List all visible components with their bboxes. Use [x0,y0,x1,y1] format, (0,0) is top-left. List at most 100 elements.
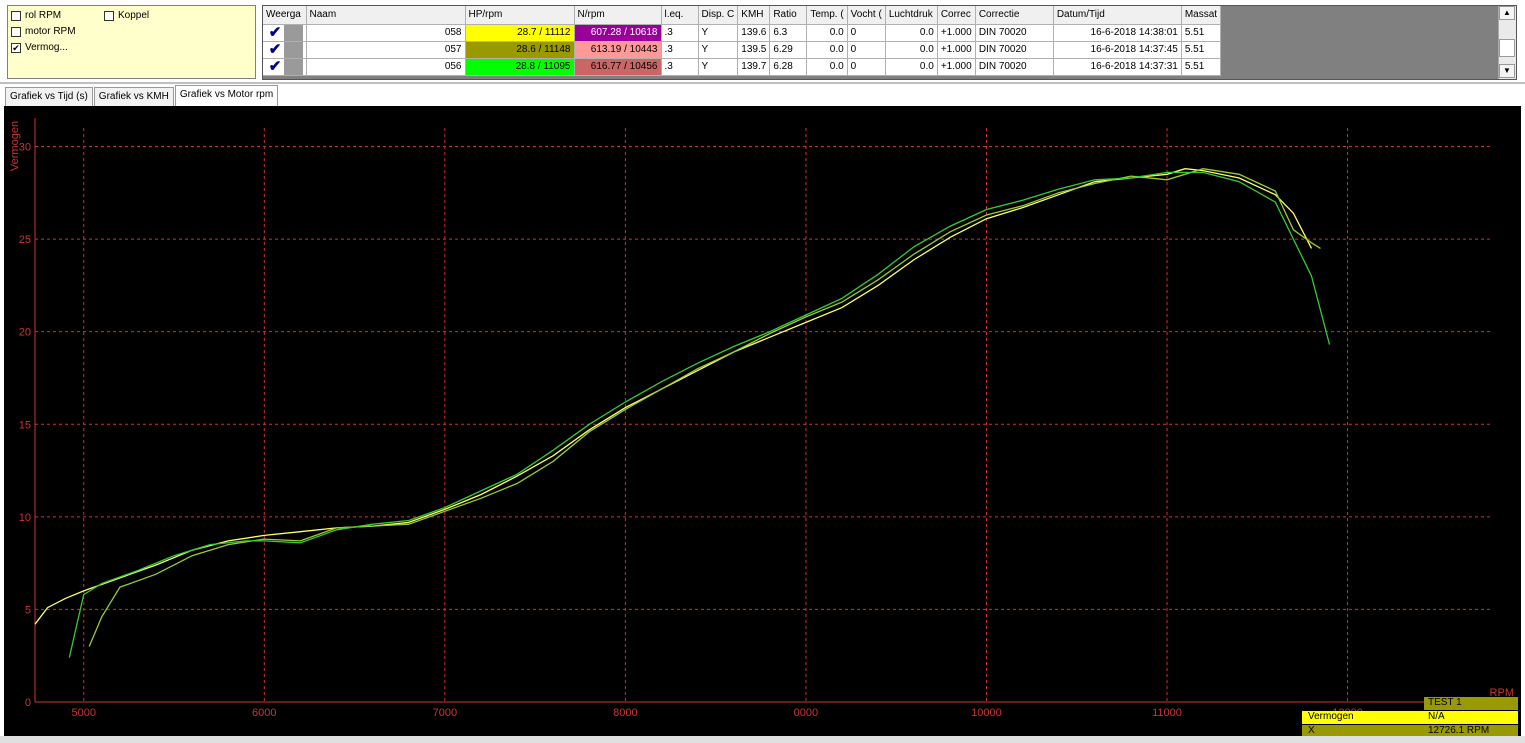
table-header-row: Weerga Naam HP/rpm N/rpm l.eq. Disp. C KMH Rati… [263,6,1222,25]
table-cell-temp: 0.0 [806,58,848,76]
checkmark-icon: ✔ [268,41,282,58]
table-cell-lucht: 0.0 [885,24,938,42]
column-header[interactable]: N/rpm [574,6,662,25]
scroll-thumb[interactable] [1499,39,1515,57]
checkbox-box[interactable]: ✔ [11,42,21,53]
y-axis-label: Vermogen [9,121,21,171]
table-cell-correc: +1.000 [937,41,976,59]
show-run-checkbox[interactable]: ✔ [263,24,307,42]
checkbox-rol-rpm[interactable]: rol RPM [11,10,61,21]
table-cell-massa: 5.51 [1181,58,1222,76]
table-cell-hp: 28.7 / 11112 [465,24,575,42]
checkbox-box[interactable] [11,26,21,37]
checkbox-box[interactable] [11,10,21,21]
checkmark-icon: ✔ [268,58,282,75]
table-cell-massa: 5.51 [1181,41,1222,59]
column-header[interactable]: Luchtdruk [885,6,938,25]
column-header[interactable]: Datum/Tijd [1053,6,1182,25]
table-row[interactable]: ✔ 057 28.6 / 11148 613.19 / 10443.3 Y 139.5 6.… [263,41,1222,59]
table-cell-massa: 5.51 [1181,24,1222,42]
checkbox-box[interactable] [104,10,114,21]
scroll-up-icon[interactable]: ▲ [1499,6,1515,20]
column-header[interactable]: Massat [1181,6,1222,25]
table-cell-correctie: DIN 70020 [975,58,1054,76]
x-tick-label: 5000 [72,707,96,719]
tab-grafiek-vs-tijd[interactable]: Grafiek vs Tijd (s) [5,87,93,106]
table-cell-naam: 056 [306,58,466,76]
column-header[interactable]: Disp. C [698,6,739,25]
chart-svg: 0510152025305000 6000 7000 8000 0000 10000 110… [9,118,1514,719]
x-tick-label: 6000 [252,707,276,719]
table-row[interactable]: ✔ 056 28.8 / 11095 616.77 / 10456.3 Y 139.7 6.… [263,58,1222,76]
power-curve-series-1 [88,168,1321,647]
run-color-swatch [284,24,303,40]
column-header[interactable]: Temp. ( [806,6,848,25]
table-cell-hp: 28.8 / 11095 [465,58,575,76]
checkbox-label: Koppel [118,10,150,21]
column-header[interactable]: Correc [937,6,976,25]
status-strip [0,736,1525,743]
power-curve-series-2 [68,171,1331,658]
column-header[interactable]: Ratio [769,6,808,25]
column-header[interactable]: l.eq. [661,6,699,25]
column-header[interactable]: Vocht ( [847,6,886,25]
runs-table: Weerga Naam HP/rpm N/rpm l.eq. Disp. C KMH Rati… [263,6,1222,76]
table-cell-disp: Y [698,58,739,76]
column-header[interactable]: HP/rpm [465,6,575,25]
vertical-scrollbar[interactable]: ▲ ▼ [1498,6,1516,79]
y-tick-label: 5 [25,604,31,616]
table-cell-vocht: 0 [847,41,886,59]
scroll-down-icon[interactable]: ▼ [1499,64,1515,78]
table-cell-kmh: 139.7 [737,58,771,76]
table-cell-kmh: 139.6 [737,24,771,42]
tab-grafiek-vs-motor-rpm[interactable]: Grafiek vs Motor rpm [174,85,279,107]
table-cell-hp: 28.6 / 11148 [465,41,575,59]
checkmark-icon: ✔ [268,24,282,41]
y-tick-label: 25 [19,234,31,246]
table-cell-ratio: 6.28 [769,58,808,76]
table-cell-lucht: 0.0 [885,41,938,59]
table-cell-leq: .3 [661,58,699,76]
readout-series-value: N/A [1424,711,1518,724]
table-cell-temp: 0.0 [806,24,848,42]
power-chart[interactable]: 0 5 10 15 20 25 30 5000 6000 7000 8000 0000 10000 110… [4,106,1521,738]
checkbox-label: rol RPM [25,10,62,21]
x-tick-label: 8000 [613,707,637,719]
table-cell-datum: 16-6-2018 14:37:45 [1053,41,1182,59]
checkbox-label: motor RPM [25,26,76,37]
tab-grafiek-vs-kmh[interactable]: Grafiek vs KMH [93,87,174,106]
checkbox-koppel[interactable]: Koppel [104,10,149,21]
checkbox-vermogen[interactable]: ✔ Vermog... [11,42,68,53]
y-tick-label: 0 [25,697,31,709]
table-row[interactable]: ✔ 058 28.7 / 11112 607.28 / 10618.3 Y 139.6 6.… [263,24,1222,42]
y-tick-label: 10 [19,512,31,524]
table-cell-kmh: 139.5 [737,41,771,59]
table-cell-n: 607.28 / 10618 [574,24,662,42]
y-tick-label: 15 [19,419,31,431]
table-cell-ratio: 6.29 [769,41,808,59]
table-cell-temp: 0.0 [806,41,848,59]
table-cell-naam: 058 [306,24,466,42]
table-cell-leq: .3 [661,24,699,42]
table-cell-disp: Y [698,24,739,42]
column-header[interactable]: KMH [737,6,771,25]
column-header[interactable]: Correctie [975,6,1054,25]
table-cell-naam: 057 [306,41,466,59]
table-cell-vocht: 0 [847,58,886,76]
column-header[interactable]: Weerga [263,6,307,25]
checkbox-motor-rpm[interactable]: motor RPM [11,26,76,37]
run-color-swatch [284,41,303,57]
show-run-checkbox[interactable]: ✔ [263,58,307,76]
column-header[interactable]: Naam [306,6,466,25]
readout-test-label: TEST 1 [1424,697,1518,710]
table-cell-n: 616.77 / 10456 [574,58,662,76]
run-color-swatch [284,58,303,74]
show-run-checkbox[interactable]: ✔ [263,41,307,59]
splitter[interactable] [0,82,1525,84]
y-tick-label: 20 [19,327,31,339]
table-cell-lucht: 0.0 [885,58,938,76]
x-tick-label: 11000 [1152,707,1182,719]
table-cell-correc: +1.000 [937,58,976,76]
table-cell-ratio: 6.3 [769,24,808,42]
table-cell-disp: Y [698,41,739,59]
